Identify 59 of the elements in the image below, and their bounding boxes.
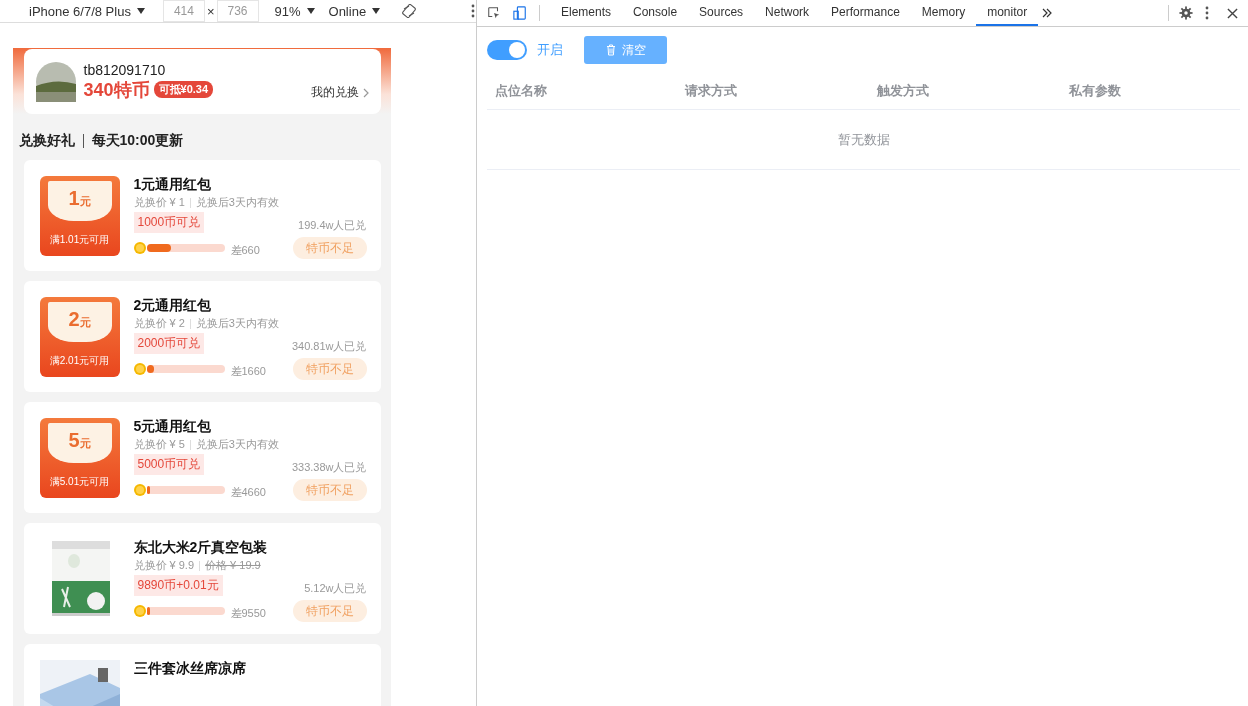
redeemed-count: 333.38w人已兑 [291,460,367,475]
coins-short: 差4660 [230,484,267,500]
coin-cost-tag: 1000币可兑 [133,212,205,233]
original-price: 价格 ¥ 19.9 [205,558,261,573]
devtools-tab[interactable]: Network [754,0,821,26]
coupon-amount: 5元 [68,428,91,453]
exchange-price: 兑换价 ¥ 5 [133,437,185,452]
coupon-condition: 满2.01元可用 [49,353,110,368]
redeemed-count: 199.4w人已兑 [298,218,367,233]
column-header: 请求方式 [685,82,738,100]
gift-card[interactable]: 1元 满1.01元可用 1元通用红包 兑换价 ¥ 1 兑换后3天内有效 1000币可兑 199.4w人已兑 差660 特币不足 [23,160,381,271]
section-title: 兑换好礼 [18,132,75,150]
zoom-select[interactable]: 91% [274,3,301,19]
gift-card[interactable]: 东北大米2斤真空包装 兑换价 ¥ 9.9 价格 ¥ 19.9 9890币+0.01元 5.12w人已兑 差9550 特币不足 [23,523,381,634]
toggle-label: 开启 [537,41,563,59]
gift-card[interactable]: 2元 满2.01元可用 2元通用红包 兑换价 ¥ 2 兑换后3天内有效 2000币可兑 340.81w人已兑 差1660 特币不足 [23,281,381,392]
coupon-condition: 满1.01元可用 [49,232,110,247]
times-sign: × [206,3,215,19]
network-select[interactable]: Online [328,3,367,19]
exchange-price: 兑换价 ¥ 2 [133,316,185,331]
column-header: 触发方式 [877,82,930,100]
gift-title: 5元通用红包 [133,417,213,435]
gift-card[interactable]: 三件套冰丝席凉席 [23,644,381,706]
coins-short: 差660 [230,242,261,258]
gift-title: 2元通用红包 [133,296,213,314]
gift-title: 东北大米2斤真空包装 [133,538,269,556]
my-exchange-link[interactable]: 我的兑换 [310,84,369,101]
deduct-badge: 可抵¥0.34 [153,81,214,98]
redeemed-count: 5.12w人已兑 [304,581,367,596]
column-header: 点位名称 [495,82,548,100]
coupon-amount: 1元 [68,186,91,211]
devtools-tab[interactable]: Performance [820,0,911,26]
coupon-condition: 满5.01元可用 [49,474,110,489]
coins-short: 差9550 [230,605,267,621]
validity-note: 兑换后3天内有效 [195,316,279,331]
section-subtitle: 每天10:00更新 [91,132,184,150]
validity-note: 兑换后3天内有效 [195,437,279,452]
redeemed-count: 340.81w人已兑 [291,339,367,354]
exchange-price: 兑换价 ¥ 9.9 [133,558,195,573]
column-header: 私有参数 [1069,82,1122,100]
coupon-amount: 2元 [68,307,91,332]
gift-card[interactable]: 5元 满5.01元可用 5元通用红包 兑换价 ¥ 5 兑换后3天内有效 5000币可兑 333.38w人已兑 差4660 特币不足 [23,402,381,513]
devtools-tab[interactable]: monitor [976,0,1039,26]
user-name: tb812091710 [83,61,167,78]
device-select[interactable]: iPhone 6/7/8 Plus [29,3,131,19]
coin-cost-tag: 2000币可兑 [133,333,205,354]
gift-title: 三件套冰丝席凉席 [133,659,247,677]
coin-balance: 340特币 [83,78,150,102]
validity-note: 兑换后3天内有效 [195,195,279,210]
devtools-tab[interactable]: Console [622,0,689,26]
devtools-tab[interactable]: Sources [688,0,755,26]
coin-cost-tag: 9890币+0.01元 [133,575,223,596]
devtools-tab[interactable]: Memory [910,0,977,26]
empty-message: 暂无数据 [837,130,890,149]
devtools-tab[interactable]: Elements [550,0,623,26]
coin-cost-tag: 5000币可兑 [133,454,205,475]
gift-title: 1元通用红包 [133,175,213,193]
coins-short: 差1660 [230,363,267,379]
exchange-price: 兑换价 ¥ 1 [133,195,185,210]
